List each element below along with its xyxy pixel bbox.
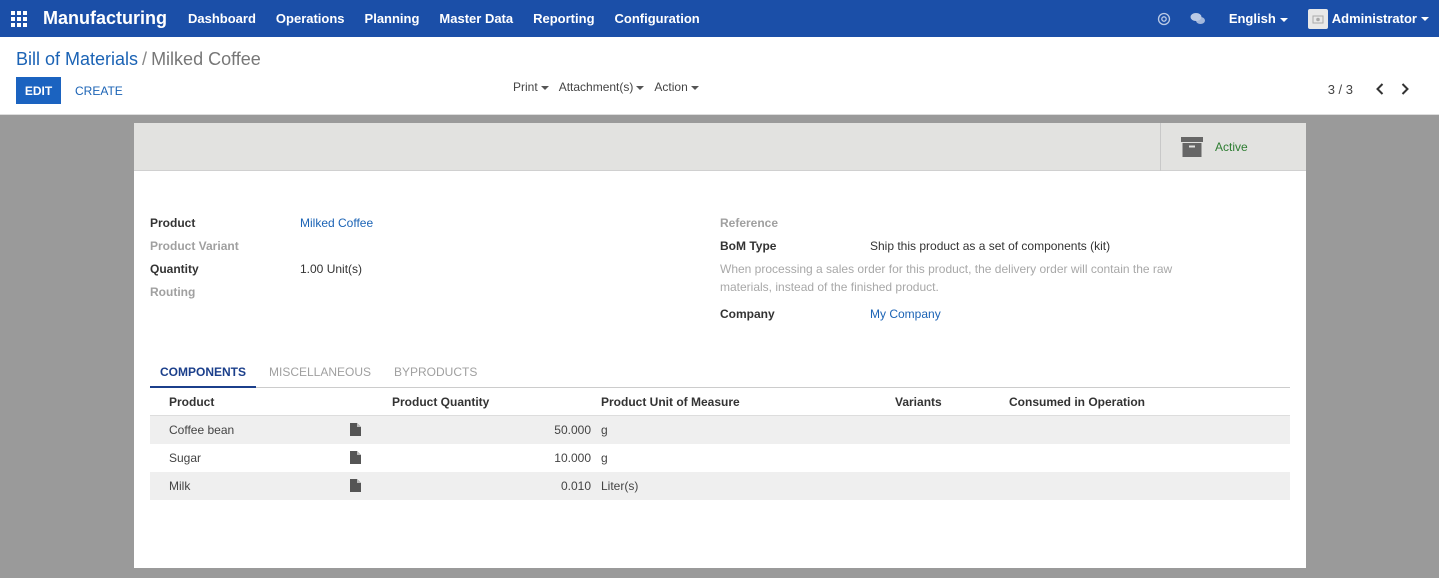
breadcrumb-current: Milked Coffee: [151, 49, 261, 69]
avatar: [1307, 8, 1328, 29]
form-sheet: Active Product Milked Coffee Product Var…: [134, 123, 1306, 568]
chevron-down-icon: [540, 85, 549, 90]
active-label: Active: [1215, 140, 1248, 154]
components-table: Product Product Quantity Product Unit of…: [150, 388, 1290, 500]
cell-product: Sugar: [169, 451, 202, 465]
col-product-quantity[interactable]: Product Quantity: [392, 395, 489, 409]
cell-uom: g: [601, 451, 608, 465]
tab-miscellaneous[interactable]: MISCELLANEOUS: [269, 363, 371, 388]
app-title[interactable]: Manufacturing: [43, 8, 167, 29]
company-label: Company: [720, 307, 775, 321]
cell-quantity: 0.010: [560, 479, 591, 493]
product-link[interactable]: Milked Coffee: [300, 216, 373, 230]
mention-icon[interactable]: [1154, 9, 1174, 29]
edit-button[interactable]: EDIT: [16, 77, 61, 104]
pager: 3 / 3: [1328, 81, 1415, 97]
tab-components[interactable]: COMPONENTS: [150, 363, 256, 388]
breadcrumb-parent[interactable]: Bill of Materials: [16, 49, 138, 69]
quantity-number: 1.00: [300, 262, 324, 276]
notebook-tabs: COMPONENTS MISCELLANEOUS BYPRODUCTS: [150, 363, 1290, 388]
table-row[interactable]: Sugar 10.000 g: [150, 444, 1290, 472]
active-toggle-button[interactable]: Active: [1160, 123, 1306, 171]
create-button[interactable]: CREATE: [75, 77, 123, 104]
chevron-down-icon: [636, 85, 645, 90]
menu-configuration[interactable]: Configuration: [605, 11, 710, 26]
bom-type-label: BoM Type: [720, 239, 777, 253]
cell-uom: g: [601, 423, 608, 437]
product-value: Milked Coffee: [300, 216, 373, 230]
cell-product: Coffee bean: [169, 423, 235, 437]
archive-icon: [1181, 137, 1203, 157]
bom-type-help-line-2: materials, instead of the finished produ…: [720, 280, 939, 294]
bom-type-help: When processing a sales order for this p…: [720, 260, 1220, 296]
quantity-uom: Unit(s): [326, 262, 363, 276]
button-box: Active: [134, 123, 1306, 171]
pager-value[interactable]: 3 / 3: [1328, 82, 1353, 97]
top-navbar: Manufacturing Dashboard Operations Plann…: [0, 0, 1439, 37]
breadcrumb-separator: /: [142, 49, 148, 69]
product-label: Product: [150, 216, 196, 230]
attachments-dropdown[interactable]: Attachment(s): [559, 80, 645, 94]
document-icon[interactable]: [350, 451, 361, 464]
bom-type-help-line-1: When processing a sales order for this p…: [720, 262, 1173, 276]
table-row[interactable]: Milk 0.010 Liter(s): [150, 472, 1290, 500]
company-link[interactable]: My Company: [870, 307, 941, 321]
print-label: Print: [513, 80, 538, 94]
menu-operations[interactable]: Operations: [266, 11, 355, 26]
routing-label: Routing: [150, 285, 196, 299]
chevron-down-icon: [690, 85, 699, 90]
user-name: Administrator: [1331, 11, 1417, 26]
apps-menu-icon[interactable]: [0, 0, 37, 37]
user-menu[interactable]: Administrator: [1307, 8, 1429, 29]
company-value: My Company: [870, 307, 941, 321]
col-consumed-in-operation[interactable]: Consumed in Operation: [1009, 395, 1145, 409]
document-icon[interactable]: [350, 423, 361, 436]
language-selector[interactable]: English: [1229, 11, 1288, 26]
chevron-left-icon[interactable]: [1370, 81, 1390, 97]
col-unit-of-measure[interactable]: Product Unit of Measure: [601, 395, 740, 409]
quantity-label: Quantity: [150, 262, 199, 276]
attachments-label: Attachment(s): [558, 80, 634, 94]
language-label: English: [1228, 11, 1276, 26]
product-variant-label: Product Variant: [150, 239, 239, 253]
cell-quantity: 50.000: [554, 423, 591, 437]
chevron-down-icon: [1421, 16, 1429, 21]
cell-uom: Liter(s): [601, 479, 639, 493]
menu-dashboard[interactable]: Dashboard: [178, 11, 266, 26]
cell-quantity: 10.000: [554, 451, 591, 465]
table-row[interactable]: Coffee bean 50.000 g: [150, 416, 1290, 444]
table-header: Product Product Quantity Product Unit of…: [150, 388, 1290, 416]
chat-icon[interactable]: [1188, 9, 1208, 29]
chevron-right-icon[interactable]: [1395, 81, 1415, 97]
main-menu: Dashboard Operations Planning Master Dat…: [178, 11, 710, 26]
document-icon[interactable]: [350, 479, 361, 492]
cell-product: Milk: [169, 479, 191, 493]
print-dropdown[interactable]: Print: [513, 80, 549, 94]
col-product[interactable]: Product: [169, 395, 214, 409]
reference-label: Reference: [720, 216, 779, 230]
menu-master-data[interactable]: Master Data: [429, 11, 523, 26]
col-variants[interactable]: Variants: [895, 395, 942, 409]
control-panel: Bill of Materials / Milked Coffee EDIT CRE…: [0, 37, 1439, 115]
menu-planning[interactable]: Planning: [355, 11, 430, 26]
chevron-down-icon: [1279, 17, 1288, 22]
breadcrumb: Bill of Materials / Milked Coffee: [16, 49, 261, 70]
action-label: Action: [654, 80, 688, 94]
tab-byproducts[interactable]: BYPRODUCTS: [394, 363, 477, 388]
action-dropdown[interactable]: Action: [654, 80, 699, 94]
quantity-value: 1.00 Unit(s): [300, 262, 362, 276]
menu-reporting[interactable]: Reporting: [523, 11, 604, 26]
bom-type-value: Ship this product as a set of components…: [870, 239, 1111, 253]
